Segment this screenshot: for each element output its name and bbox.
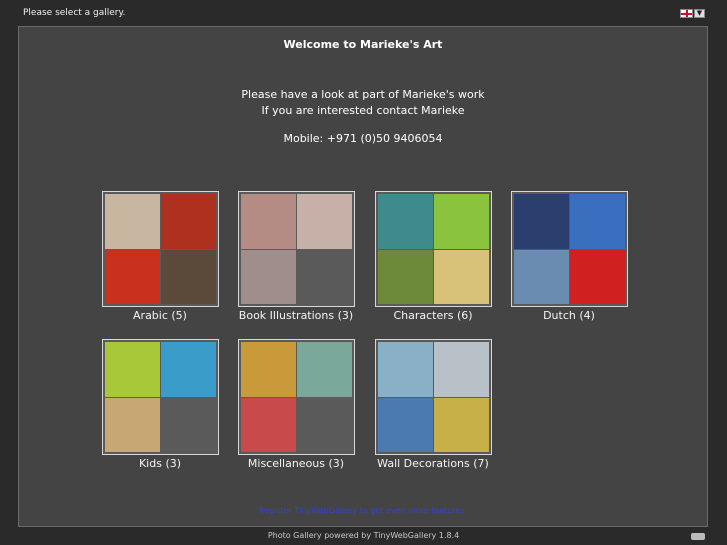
gallery-label[interactable]: Book Illustrations (3): [231, 309, 361, 322]
thumbnail-tile: [104, 194, 160, 249]
thumbnail-tile: [513, 249, 569, 304]
gallery-label[interactable]: Kids (3): [95, 457, 225, 470]
uk-flag-icon[interactable]: [680, 9, 693, 18]
thumbnail-tile: [240, 249, 296, 304]
thumbnail-tile: [297, 398, 352, 453]
thumbnail-tile: [433, 342, 489, 397]
thumbnail-tile: [377, 342, 433, 397]
thumbnail-tile: [160, 249, 216, 304]
thumbnail-tile: [377, 397, 433, 452]
gallery-thumbnail[interactable]: [374, 191, 492, 307]
gallery-thumbnail[interactable]: [237, 191, 355, 307]
language-selector[interactable]: ▼: [680, 9, 705, 18]
gallery-item[interactable]: Dutch (4): [504, 191, 634, 322]
gallery-item[interactable]: Wall Decorations (7): [368, 339, 498, 470]
gallery-thumbnail[interactable]: [237, 339, 355, 455]
thumbnail-tile: [104, 249, 160, 304]
thumbnail-tile: [240, 194, 296, 249]
gallery-item[interactable]: Book Illustrations (3): [231, 191, 361, 322]
thumbnail-tile: [296, 194, 352, 249]
gallery-label[interactable]: Characters (6): [368, 309, 498, 322]
intro-line-1: Please have a look at part of Marieke's …: [241, 88, 485, 101]
gallery-label[interactable]: Dutch (4): [504, 309, 634, 322]
thumbnail-tile: [569, 249, 625, 304]
thumbnail-tile: [513, 194, 569, 249]
thumbnail-tile: [160, 342, 216, 397]
footer-text: Photo Gallery powered by TinyWebGallery …: [267, 531, 460, 540]
thumbnail-tile: [377, 194, 433, 249]
top-bar: Please select a gallery. ▼: [0, 0, 727, 26]
mobile-number: Mobile: +971 (0)50 9406054: [283, 132, 443, 145]
thumbnail-tile: [569, 194, 625, 249]
thumbnail-tile: [297, 250, 352, 305]
register-link[interactable]: Register TinyWebGallery to get even more…: [19, 506, 707, 515]
chevron-down-icon[interactable]: ▼: [694, 9, 705, 18]
thumbnail-tile: [433, 249, 489, 304]
gallery-label[interactable]: Miscellaneous (3): [231, 457, 361, 470]
thumbnail-tile: [377, 249, 433, 304]
footer-icon[interactable]: [691, 533, 705, 540]
thumbnail-tile: [104, 342, 160, 397]
gallery-item[interactable]: Miscellaneous (3): [231, 339, 361, 470]
thumbnail-tile: [240, 342, 296, 397]
gallery-item[interactable]: Kids (3): [95, 339, 225, 470]
gallery-label[interactable]: Arabic (5): [95, 309, 225, 322]
gallery-thumbnail[interactable]: [510, 191, 628, 307]
gallery-thumbnail[interactable]: [101, 191, 219, 307]
thumbnail-tile: [433, 194, 489, 249]
intro-line-2: If you are interested contact Marieke: [261, 104, 465, 117]
thumbnail-tile: [296, 342, 352, 397]
thumbnail-tile: [104, 397, 160, 452]
welcome-title: Welcome to Marieke's Art: [283, 38, 443, 51]
thumbnail-tile: [161, 398, 216, 453]
thumbnail-tile: [240, 397, 296, 452]
gallery-panel: Welcome to Marieke's Art Please have a l…: [18, 26, 708, 527]
intro-text: Please have a look at part of Marieke's …: [19, 87, 707, 119]
gallery-label[interactable]: Wall Decorations (7): [368, 457, 498, 470]
thumbnail-tile: [160, 194, 216, 249]
gallery-thumbnail[interactable]: [374, 339, 492, 455]
thumbnail-tile: [433, 397, 489, 452]
status-text: Please select a gallery.: [23, 8, 126, 18]
gallery-item[interactable]: Characters (6): [368, 191, 498, 322]
gallery-item[interactable]: Arabic (5): [95, 191, 225, 322]
gallery-thumbnail[interactable]: [101, 339, 219, 455]
